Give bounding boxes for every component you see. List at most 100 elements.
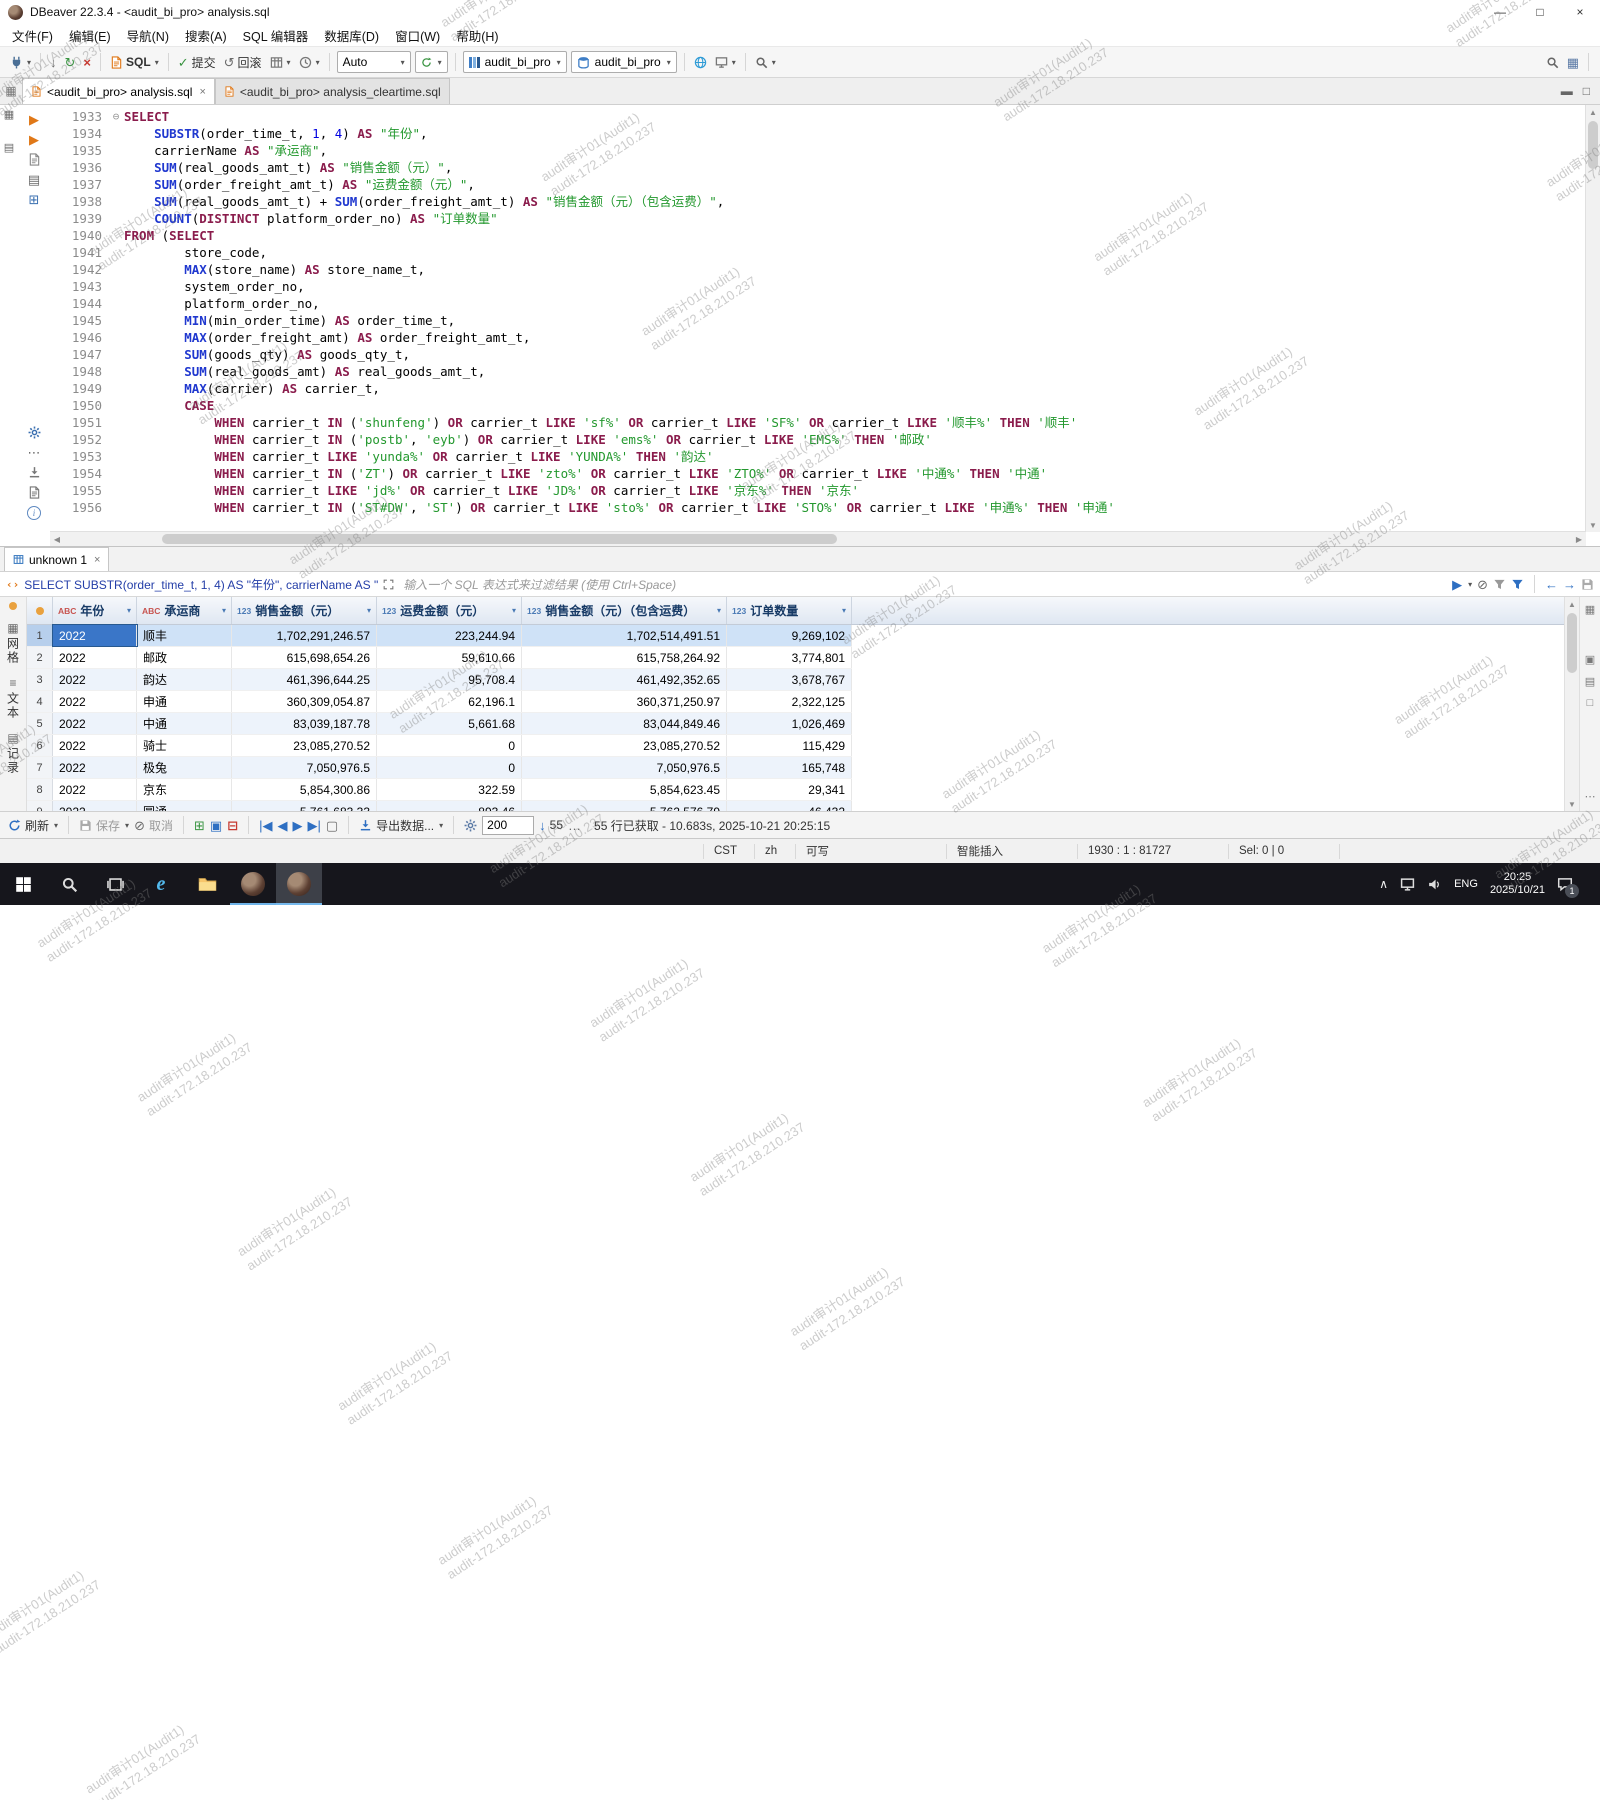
code-text[interactable]: SUM(real_goods_amt) AS real_goods_amt_t, (124, 363, 1600, 380)
file-button[interactable] (28, 486, 41, 499)
code-editor[interactable]: 1933 ⊖ SELECT 1934 SUBSTR(order_time_t, 1, … (50, 105, 1600, 546)
table-cell[interactable]: 2022 (53, 669, 137, 690)
reconnect-button[interactable]: ↻ (61, 50, 80, 74)
menu-navigate[interactable]: 导航(N) (119, 24, 177, 47)
code-text[interactable]: WHEN carrier_t IN ('shunfeng') OR carrie… (124, 414, 1600, 431)
table-cell[interactable]: 1,026,469 (727, 713, 852, 734)
clipboard-button[interactable]: ▤ (28, 173, 40, 186)
table-row[interactable]: 8 2022 京东 5,854,300.86 322.59 5,854,623.45 29,… (27, 779, 852, 801)
code-line[interactable]: 1938 SUM(real_goods_amt_t) + SUM(order_f… (50, 193, 1600, 210)
scroll-up-icon[interactable]: ▲ (1586, 105, 1600, 119)
editor-vertical-scrollbar[interactable]: ▲ ▼ (1585, 105, 1600, 532)
table-cell[interactable]: 圆通 (137, 801, 232, 811)
minimize-view-icon[interactable]: ▬ (1561, 84, 1573, 98)
table-cell[interactable]: 62,196.1 (377, 691, 522, 712)
task-view-button[interactable] (92, 863, 138, 905)
table-cell[interactable]: 3,774,801 (727, 647, 852, 668)
table-cell[interactable]: 5,762,576.79 (522, 801, 727, 811)
new-connection-button[interactable]: ▾ (6, 50, 35, 74)
row-number[interactable]: 7 (27, 757, 53, 778)
close-tab-icon[interactable]: × (94, 554, 100, 566)
code-line[interactable]: 1948 SUM(real_goods_amt) AS real_goods_a… (50, 363, 1600, 380)
code-line[interactable]: 1954 WHEN carrier_t IN ('ZT') OR carrier… (50, 465, 1600, 482)
row-number[interactable]: 1 (27, 625, 53, 646)
table-cell[interactable]: 115,429 (727, 735, 852, 756)
table-cell[interactable]: 223,244.94 (377, 625, 522, 646)
table-cell[interactable]: 83,044,849.46 (522, 713, 727, 734)
column-filter-caret-icon[interactable]: ▾ (127, 606, 131, 615)
column-header[interactable]: 123 销售金额（元）（包含运费） ▾ (522, 597, 727, 624)
table-cell[interactable]: 322.59 (377, 779, 522, 800)
scrollbar-thumb[interactable] (1567, 613, 1577, 673)
table-row[interactable]: 5 2022 中通 83,039,187.78 5,661.68 83,044,849.4… (27, 713, 852, 735)
column-filter-caret-icon[interactable]: ▾ (717, 606, 721, 615)
value-panel-text-icon[interactable]: ▤ (1585, 675, 1595, 688)
first-row-icon[interactable]: |◀ (259, 819, 272, 832)
cancel-button[interactable]: ⊘ 取消 (134, 817, 173, 834)
code-text[interactable]: platform_order_no, (124, 295, 1600, 312)
code-line[interactable]: 1942 MAX(store_name) AS store_name_t, (50, 261, 1600, 278)
table-cell[interactable]: 7,050,976.5 (522, 757, 727, 778)
scrollbar-thumb[interactable] (162, 534, 837, 544)
table-row[interactable]: 1 2022 顺丰 1,702,291,246.57 223,244.94 1,702,5… (27, 624, 852, 647)
code-line[interactable]: 1941 store_code, (50, 244, 1600, 261)
table-cell[interactable]: 2022 (53, 779, 137, 800)
code-text[interactable]: SUM(real_goods_amt_t) + SUM(order_freigh… (124, 193, 1600, 210)
table-cell[interactable]: 165,748 (727, 757, 852, 778)
back-button[interactable]: ← (1545, 578, 1558, 591)
evaluate-expression-button[interactable]: ⊞ (29, 193, 40, 206)
fold-marker-icon[interactable]: ⊖ (108, 108, 124, 125)
info-button[interactable]: i (27, 506, 41, 520)
code-text[interactable]: SUM(order_freight_amt_t) AS "运费金额（元）", (124, 176, 1600, 193)
export-from-query-button[interactable] (28, 466, 41, 479)
search-menu-button[interactable]: ▾ (751, 50, 780, 74)
table-cell[interactable]: 461,492,352.65 (522, 669, 727, 690)
table-cell[interactable]: 申通 (137, 691, 232, 712)
tab-record[interactable]: ▤ 记录 (5, 732, 22, 775)
fetch-size-input[interactable] (482, 815, 535, 835)
table-cell[interactable]: 5,854,623.45 (522, 779, 727, 800)
table-cell[interactable]: 顺丰 (137, 625, 232, 646)
table-cell[interactable]: 23,085,270.52 (232, 735, 377, 756)
code-line[interactable]: 1949 MAX(carrier) AS carrier_t, (50, 380, 1600, 397)
row-number[interactable]: 3 (27, 669, 53, 690)
rollback-button[interactable]: ↺ 回滚 (220, 50, 266, 74)
column-header[interactable]: 123 订单数量 ▾ (727, 597, 852, 624)
dbeaver-taskbar-button[interactable] (230, 863, 276, 905)
duplicate-row-icon[interactable]: ▣ (210, 819, 222, 832)
table-cell[interactable]: 京东 (137, 779, 232, 800)
table-cell[interactable]: 461,396,644.25 (232, 669, 377, 690)
restore-navigator-icon[interactable]: ▦ (4, 110, 14, 121)
next-row-icon[interactable]: ▶ (292, 819, 302, 832)
code-text[interactable]: WHEN carrier_t LIKE 'jd%' OR carrier_t L… (124, 482, 1600, 499)
scroll-up-icon[interactable]: ▲ (1565, 597, 1579, 611)
column-filter-caret-icon[interactable]: ▾ (222, 606, 226, 615)
taskbar-search-button[interactable] (46, 863, 92, 905)
row-number[interactable]: 8 (27, 779, 53, 800)
maximize-view-icon[interactable]: □ (1583, 84, 1590, 98)
table-row[interactable]: 2 2022 邮政 615,698,654.26 59,610.66 615,758,26… (27, 647, 852, 669)
network-profile-button[interactable]: ▾ (711, 50, 740, 74)
auto-sync-button[interactable] (690, 50, 711, 74)
row-number[interactable]: 6 (27, 735, 53, 756)
row-number[interactable]: 4 (27, 691, 53, 712)
code-text[interactable]: SUM(real_goods_amt_t) AS "销售金额（元）", (124, 159, 1600, 176)
menu-sql-editor[interactable]: SQL 编辑器 (235, 24, 317, 47)
menu-help[interactable]: 帮助(H) (448, 24, 506, 47)
tab-grid[interactable]: ▦ 网格 (5, 622, 22, 665)
code-line[interactable]: 1940 FROM (SELECT (50, 227, 1600, 244)
code-line[interactable]: 1951 WHEN carrier_t IN ('shunfeng') OR c… (50, 414, 1600, 431)
table-cell[interactable]: 29,341 (727, 779, 852, 800)
table-cell[interactable]: 5,761,683.33 (232, 801, 377, 811)
editor-settings-button[interactable] (28, 426, 41, 439)
code-text[interactable]: WHEN carrier_t IN ('postb', 'eyb') OR ca… (124, 431, 1600, 448)
commit-button[interactable]: ✓ 提交 (174, 50, 220, 74)
table-cell[interactable]: 韵达 (137, 669, 232, 690)
table-cell[interactable]: 9,269,102 (727, 625, 852, 646)
code-text[interactable]: COUNT(DISTINCT platform_order_no) AS "订单… (124, 210, 1600, 227)
code-line[interactable]: 1945 MIN(min_order_time) AS order_time_t… (50, 312, 1600, 329)
goto-row-icon[interactable]: ▢ (326, 819, 338, 832)
add-row-icon[interactable]: ⊞ (194, 819, 205, 832)
table-cell[interactable]: 95,708.4 (377, 669, 522, 690)
disconnect-button[interactable]: × (79, 50, 95, 74)
